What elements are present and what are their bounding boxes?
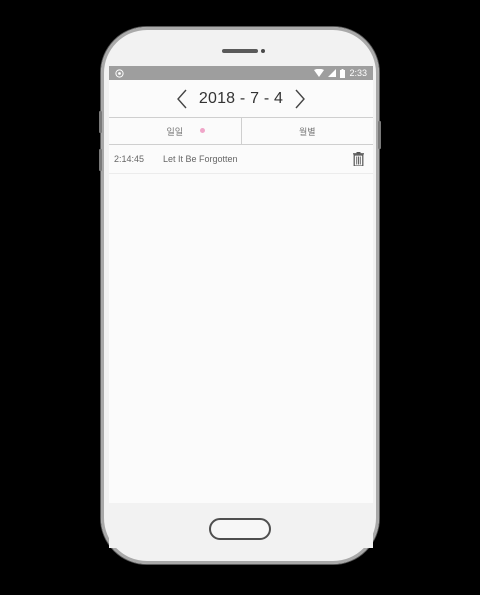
- tab-daily-label: 일일: [166, 126, 184, 137]
- tab-bar: 일일 월별: [109, 117, 373, 145]
- front-sensor: [261, 49, 265, 53]
- home-button[interactable]: [209, 518, 271, 540]
- phone-bottom-bezel: [109, 503, 373, 548]
- chevron-left-icon[interactable]: [171, 87, 193, 111]
- current-date: 2018 - 7 - 4: [198, 89, 284, 107]
- active-tab-indicator: [200, 128, 205, 133]
- volume-button: [99, 111, 102, 133]
- chevron-right-icon[interactable]: [289, 87, 311, 111]
- entry-time: 2:14:45: [114, 154, 145, 164]
- status-bar: 2:33: [109, 66, 373, 80]
- entry-list: 2:14:45 Let It Be Forgotten: [109, 145, 373, 174]
- date-navigator: 2018 - 7 - 4: [109, 80, 373, 117]
- power-button: [378, 121, 381, 149]
- tab-monthly-label: 월별: [298, 126, 316, 137]
- volume-button: [99, 149, 102, 171]
- list-item[interactable]: 2:14:45 Let It Be Forgotten: [109, 145, 373, 174]
- battery-icon: [340, 68, 346, 78]
- app-screen: 2:33 2018 - 7 - 4 일일 월별 2:14:45 Let It B…: [109, 66, 373, 503]
- phone-frame: 2:33 2018 - 7 - 4 일일 월별 2:14:45 Let It B…: [99, 27, 381, 564]
- trash-icon[interactable]: [351, 151, 365, 167]
- earpiece-speaker: [222, 49, 258, 53]
- wifi-icon: [314, 69, 325, 77]
- signal-icon: [328, 69, 337, 77]
- tab-monthly[interactable]: 월별: [240, 118, 374, 144]
- entry-title: Let It Be Forgotten: [163, 154, 238, 164]
- status-time: 2:33: [349, 68, 367, 78]
- tab-daily[interactable]: 일일: [109, 118, 241, 144]
- app-notification-icon: [115, 68, 124, 78]
